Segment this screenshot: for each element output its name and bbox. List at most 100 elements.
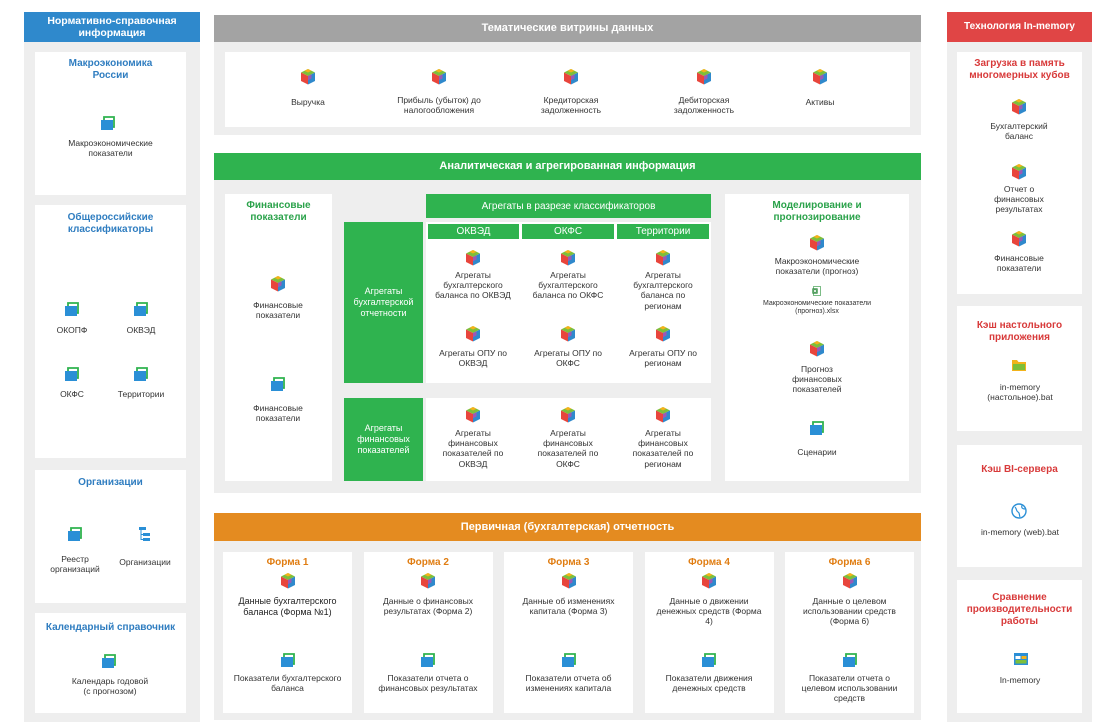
report-icon[interactable] bbox=[700, 651, 718, 669]
cube-icon[interactable] bbox=[430, 68, 448, 86]
form-title: Форма 3 bbox=[547, 557, 590, 568]
form-title: Форма 2 bbox=[407, 557, 449, 568]
load-fin[interactable]: Финансовые показатели bbox=[984, 253, 1054, 273]
form-report-label[interactable]: Показатели отчета о целевом использовани… bbox=[793, 673, 906, 704]
cube-icon[interactable] bbox=[811, 68, 829, 86]
showcase-profit[interactable]: Прибыль (убыток) до налогообложения bbox=[384, 95, 494, 115]
report-icon[interactable] bbox=[808, 419, 826, 437]
xlsx-icon[interactable] bbox=[811, 285, 823, 297]
classifier-territories[interactable]: Территории bbox=[106, 389, 176, 399]
calendar-title: Календарный справочник bbox=[45, 622, 176, 633]
cube-icon[interactable] bbox=[654, 249, 672, 267]
report-icon[interactable] bbox=[132, 300, 150, 318]
cube-icon[interactable] bbox=[464, 325, 482, 343]
report-icon[interactable] bbox=[560, 651, 578, 669]
cube-icon[interactable] bbox=[841, 572, 859, 590]
load-balance[interactable]: Бухгалтерский баланс bbox=[984, 121, 1054, 141]
form-report-label[interactable]: Показатели отчета о финансовых результат… bbox=[372, 673, 485, 693]
cube-icon[interactable] bbox=[1010, 230, 1028, 248]
cube-icon[interactable] bbox=[700, 572, 718, 590]
analytics-header: Аналитическая и агрегированная информаци… bbox=[214, 153, 921, 180]
cube-icon[interactable] bbox=[1010, 163, 1028, 181]
showcases-card bbox=[225, 52, 910, 127]
desktop-bat[interactable]: in-memory (настольное).bat bbox=[975, 382, 1065, 402]
macro-forecast-xlsx[interactable]: Макроэкономические показатели (прогноз).… bbox=[757, 300, 877, 317]
report-icon[interactable] bbox=[279, 651, 297, 669]
cube-icon[interactable] bbox=[559, 406, 577, 424]
report-icon[interactable] bbox=[419, 651, 437, 669]
form-cube-label[interactable]: Данные о финансовых результатах (Форма 2… bbox=[376, 596, 481, 616]
report-icon[interactable] bbox=[63, 300, 81, 318]
form-cube-label[interactable]: Данные о движении денежных средств (Форм… bbox=[657, 596, 762, 627]
hierarchy-icon[interactable] bbox=[135, 525, 153, 543]
showcases-header: Тематические витрины данных bbox=[214, 15, 921, 42]
opu-regions[interactable]: Агрегаты ОПУ по регионам bbox=[623, 348, 703, 368]
form-report-label[interactable]: Показатели бухгалтерского баланса bbox=[231, 673, 344, 693]
load-finresults[interactable]: Отчет о финансовых результатах bbox=[989, 184, 1049, 215]
classifier-okopf[interactable]: ОКОПФ bbox=[42, 325, 102, 335]
cube-icon[interactable] bbox=[299, 68, 317, 86]
cube-icon[interactable] bbox=[808, 340, 826, 358]
fin-card bbox=[225, 194, 332, 481]
cube-icon[interactable] bbox=[562, 68, 580, 86]
form-title: Форма 1 bbox=[266, 557, 309, 568]
orgs-registry[interactable]: Реестр организаций bbox=[42, 554, 108, 574]
cube-icon[interactable] bbox=[1010, 98, 1028, 116]
showcase-assets[interactable]: Активы bbox=[790, 97, 850, 107]
report-icon[interactable] bbox=[841, 651, 859, 669]
classifiers-title: Общероссийские классификаторы bbox=[67, 212, 154, 235]
folder-icon[interactable] bbox=[1010, 356, 1028, 374]
report-icon[interactable] bbox=[132, 365, 150, 383]
report-icon[interactable] bbox=[63, 365, 81, 383]
report-icon[interactable] bbox=[269, 375, 287, 393]
form-cube-label[interactable]: Данные бухгалтерского баланса (Форма №1) bbox=[235, 596, 340, 618]
opu-okved[interactable]: Агрегаты ОПУ по ОКВЭД bbox=[433, 348, 513, 368]
cube-icon[interactable] bbox=[269, 275, 287, 293]
forecast-fin[interactable]: Прогноз финансовых показателей bbox=[777, 364, 857, 395]
report-icon[interactable] bbox=[99, 114, 117, 132]
balance-okfs[interactable]: Агрегаты бухгалтерского баланса по ОКФС bbox=[528, 270, 608, 301]
form-report-label[interactable]: Показатели отчета об изменениях капитала bbox=[512, 673, 625, 693]
calendar-item[interactable]: Календарь годовой (с прогнозом) bbox=[70, 676, 150, 696]
globe-icon[interactable] bbox=[1010, 502, 1028, 520]
cube-icon[interactable] bbox=[464, 406, 482, 424]
dashboard-icon[interactable] bbox=[1012, 650, 1030, 668]
report-icon[interactable] bbox=[100, 652, 118, 670]
finagg-okfs[interactable]: Агрегаты финансовых показателей по ОКФС bbox=[526, 428, 610, 469]
finagg-regions[interactable]: Агрегаты финансовых показателей по регио… bbox=[621, 428, 705, 469]
cube-icon[interactable] bbox=[560, 572, 578, 590]
cube-icon[interactable] bbox=[559, 325, 577, 343]
cube-icon[interactable] bbox=[464, 249, 482, 267]
form-report-label[interactable]: Показатели движения денежных средств bbox=[653, 673, 766, 693]
cube-icon[interactable] bbox=[419, 572, 437, 590]
fin-item-1[interactable]: Финансовые показатели bbox=[238, 300, 318, 320]
macro-forecast[interactable]: Макроэкономические показатели (прогноз) bbox=[752, 256, 882, 276]
showcase-payables[interactable]: Кредиторская задолженность bbox=[526, 95, 616, 115]
scenarios[interactable]: Сценарии bbox=[777, 447, 857, 457]
classifier-okfs[interactable]: ОКФС bbox=[42, 389, 102, 399]
form-cube-label[interactable]: Данные об изменениях капитала (Форма 3) bbox=[516, 596, 621, 616]
showcase-revenue[interactable]: Выручка bbox=[268, 97, 348, 107]
macro-item-label[interactable]: Макроэкономические показатели bbox=[50, 138, 171, 158]
bi-bat[interactable]: in-memory (web).bat bbox=[970, 527, 1070, 537]
balance-okved[interactable]: Агрегаты бухгалтерского баланса по ОКВЭД bbox=[433, 270, 513, 301]
showcase-receivables[interactable]: Дебиторская задолженность bbox=[659, 95, 749, 115]
fin-item-2[interactable]: Финансовые показатели bbox=[238, 403, 318, 423]
opu-okfs[interactable]: Агрегаты ОПУ по ОКФС bbox=[528, 348, 608, 368]
classifier-okved[interactable]: ОКВЭД bbox=[111, 325, 171, 335]
report-icon[interactable] bbox=[66, 525, 84, 543]
cube-icon[interactable] bbox=[279, 572, 297, 590]
cube-icon[interactable] bbox=[808, 234, 826, 252]
cube-icon[interactable] bbox=[654, 325, 672, 343]
perf-title: Сравнение производительности работы bbox=[966, 592, 1073, 627]
cube-icon[interactable] bbox=[559, 249, 577, 267]
finagg-okved[interactable]: Агрегаты финансовых показателей по ОКВЭД bbox=[431, 428, 515, 469]
orgs-list[interactable]: Организации bbox=[110, 557, 180, 567]
cube-icon[interactable] bbox=[695, 68, 713, 86]
form-cube-label[interactable]: Данные о целевом использовании средств (… bbox=[797, 596, 902, 627]
balance-regions[interactable]: Агрегаты бухгалтерского баланса по регио… bbox=[623, 270, 703, 311]
perf-item[interactable]: In-memory bbox=[985, 675, 1055, 685]
left-header: Нормативно-справочная информация bbox=[24, 12, 200, 42]
cube-icon[interactable] bbox=[654, 406, 672, 424]
form-title: Форма 4 bbox=[688, 557, 730, 568]
